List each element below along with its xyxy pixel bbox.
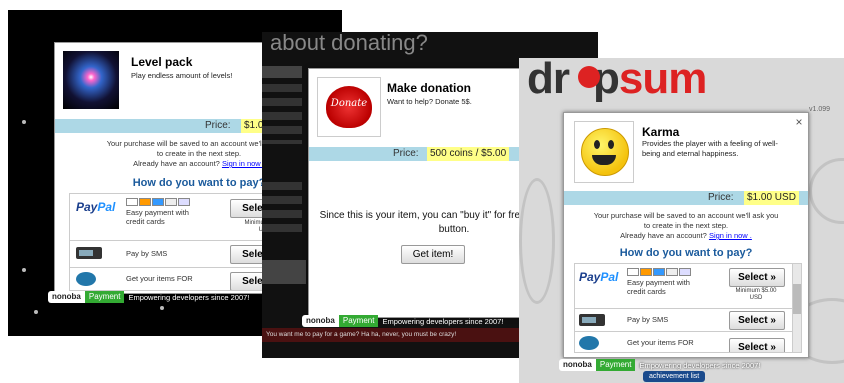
info-line: Already have an account? Sign in now . <box>564 231 808 241</box>
payment-methods-list: PayPal Easy payment with credit cards Se… <box>574 263 802 353</box>
price-label: Price: <box>205 120 231 131</box>
item-title: Karma <box>642 125 680 139</box>
sign-in-link[interactable]: Sign in now . <box>709 231 752 240</box>
payment-method-paypal: PayPal Easy payment with credit cards Se… <box>575 264 792 309</box>
mastercard-icon <box>139 198 151 206</box>
nonoba-footer: nonoba Payment Empowering developers sin… <box>559 358 760 372</box>
achievement-list-button[interactable]: achievement list <box>643 371 706 382</box>
version-label: v1.099 <box>809 106 831 113</box>
nonoba-logo: nonoba <box>559 359 596 371</box>
footer-tagline: Empowering developers since 2007! <box>382 316 504 326</box>
mastercard-icon <box>640 268 652 276</box>
card-logos <box>627 268 691 276</box>
account-info: Your purchase will be saved to an accoun… <box>564 211 808 241</box>
background-text-block <box>262 66 302 78</box>
payment-method-sms: Pay by SMS Select » <box>575 309 792 332</box>
background-heading: about donating? <box>270 32 428 55</box>
phone-icon <box>579 314 605 326</box>
payment-method-free: Get your items FOR Select » <box>575 332 792 352</box>
select-paypal-button[interactable]: Select » <box>729 268 785 287</box>
nonoba-footer: nonoba Payment Empowering developers sin… <box>48 290 249 304</box>
info-text: Already have an account? <box>620 231 707 240</box>
background-ring <box>809 158 844 224</box>
donate-label: Donate <box>330 98 368 109</box>
card-logos <box>126 198 190 206</box>
nonoba-footer: nonoba Payment Empowering developers sin… <box>302 314 503 328</box>
star-dot <box>22 268 26 272</box>
sms-description: Pay by SMS <box>126 249 168 258</box>
get-item-button[interactable]: Get item! <box>401 245 465 264</box>
paypal-card-icon <box>178 198 190 206</box>
how-pay-heading: How do you want to pay? <box>619 247 753 259</box>
phone-icon <box>76 247 102 259</box>
nonoba-logo: nonoba <box>302 315 339 327</box>
heart-image: Donate <box>317 77 381 137</box>
offers-icon <box>76 272 96 286</box>
amex-icon <box>152 198 164 206</box>
payment-label: Payment <box>338 315 379 327</box>
discover-icon <box>165 198 177 206</box>
footer-tagline: Empowering developers since 2007! <box>639 360 761 370</box>
logo-dr: dr <box>527 58 570 103</box>
item-title: Level pack <box>131 55 193 69</box>
star-dot <box>34 310 38 314</box>
item-title: Make donation <box>387 81 472 95</box>
fireworks-image <box>63 51 119 109</box>
select-free-button[interactable]: Select » <box>729 338 785 352</box>
paypal-description: Easy payment with credit cards <box>126 208 189 226</box>
star-dot <box>22 120 26 124</box>
price-value: $1.00 USD <box>744 191 799 205</box>
paypal-logo: PayPal <box>76 200 116 214</box>
purchase-dialog: × Karma Provides the player with a feeli… <box>563 112 809 358</box>
footer-tagline: Empowering developers since 2007! <box>128 292 250 302</box>
price-label: Price: <box>708 192 734 203</box>
background-text-block <box>262 182 302 232</box>
visa-icon <box>126 198 138 206</box>
sms-description: Pay by SMS <box>627 315 669 324</box>
background-text-block <box>262 260 306 284</box>
payment-label: Payment <box>84 291 125 303</box>
item-description: Play endless amount of levels! <box>131 71 233 80</box>
select-sms-button[interactable]: Select » <box>729 311 785 330</box>
free-description: Get your items FOR <box>627 338 694 347</box>
amex-icon <box>653 268 665 276</box>
offers-icon <box>579 336 599 350</box>
info-line: to create in the next step. <box>643 221 729 230</box>
dropsum-logo: dr psum <box>527 58 707 104</box>
sign-in-link[interactable]: Sign in now . <box>222 159 265 168</box>
paypal-card-icon <box>679 268 691 276</box>
list-scrollbar[interactable] <box>792 264 801 352</box>
price-value: 500 coins / $5.00 <box>427 147 510 161</box>
nonoba-logo: nonoba <box>48 291 85 303</box>
minimum-amount: Minimum $5.00 USD <box>735 288 777 301</box>
info-line: Your purchase will be saved to an accoun… <box>593 211 779 220</box>
background-text-block <box>262 84 302 144</box>
info-text: Already have an account? <box>133 159 220 168</box>
item-description: Want to help? Donate 5$. <box>387 97 472 106</box>
star-dot <box>160 306 164 310</box>
item-description: Provides the player with a feeling of we… <box>642 139 778 158</box>
scrollbar-thumb[interactable] <box>793 284 801 314</box>
free-description: Get your items FOR <box>126 274 193 283</box>
visa-icon <box>627 268 639 276</box>
logo-sum: sum <box>618 58 707 103</box>
background-ring <box>519 178 555 304</box>
close-icon[interactable]: × <box>794 116 804 128</box>
paypal-logo: PayPal <box>579 270 619 284</box>
price-bar: Price: $1.00 USD <box>564 191 808 205</box>
price-label: Price: <box>393 148 419 159</box>
screenshot-dropsum: dr psum v1.099 × Karma Provides the playe… <box>519 58 844 383</box>
discover-icon <box>666 268 678 276</box>
payment-label: Payment <box>595 359 636 371</box>
smiley-image <box>574 121 634 183</box>
paypal-description: Easy payment with credit cards <box>627 278 690 296</box>
